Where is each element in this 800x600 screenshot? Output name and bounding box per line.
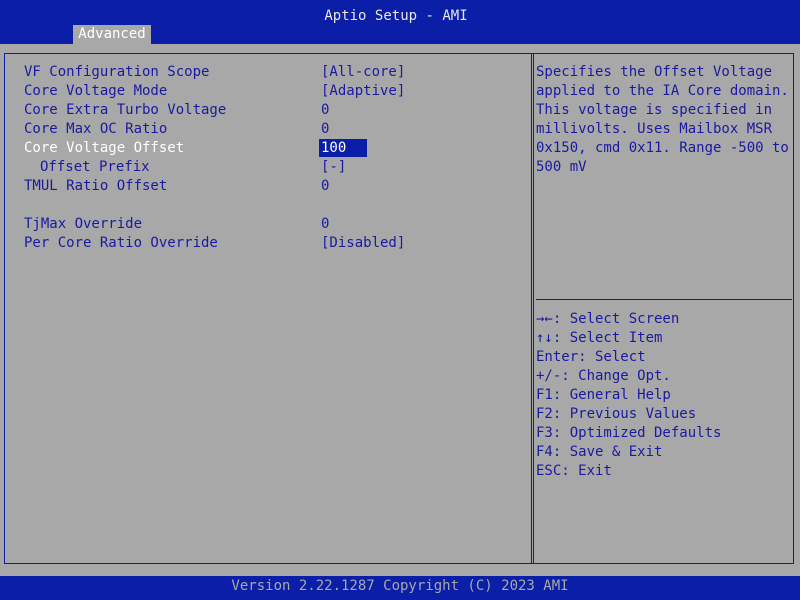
setting-label: Core Max OC Ratio <box>24 121 168 137</box>
bios-setup-screen: Aptio Setup - AMI Advanced VF Configurat… <box>0 0 800 600</box>
setting-label: Core Extra Turbo Voltage <box>24 102 227 118</box>
setting-label: Core Voltage Offset <box>24 140 185 156</box>
help-divider <box>536 299 792 300</box>
key-hint-f2: F2: Previous Values <box>536 406 697 422</box>
setting-per-core-ratio-override[interactable]: Per Core Ratio Override [Disabled] <box>0 234 530 253</box>
help-text: Specifies the Offset Voltage applied to … <box>536 64 789 175</box>
setting-value[interactable]: 0 <box>321 215 329 234</box>
key-hint-select-screen: →←: Select Screen <box>536 311 680 327</box>
setting-label: Offset Prefix <box>40 159 150 175</box>
key-legend: →←: Select Screen ↑↓: Select Item Enter:… <box>536 310 792 481</box>
panel-divider <box>531 53 532 564</box>
setting-label: TjMax Override <box>24 216 143 232</box>
key-hint-enter: Enter: Select <box>536 349 646 365</box>
panel-divider-inner <box>533 53 534 564</box>
setting-value[interactable]: 0 <box>321 177 329 196</box>
key-hint-f1: F1: General Help <box>536 387 671 403</box>
setting-value[interactable]: 0 <box>321 120 329 139</box>
key-hint-f3: F3: Optimized Defaults <box>536 425 722 441</box>
key-hint-f4: F4: Save & Exit <box>536 444 663 460</box>
app-title: Aptio Setup - AMI <box>324 8 468 24</box>
setting-value[interactable]: [Disabled] <box>321 234 405 253</box>
setting-label: VF Configuration Scope <box>24 64 210 80</box>
setting-core-max-oc-ratio[interactable]: Core Max OC Ratio 0 <box>0 120 530 139</box>
setting-value[interactable]: [All-core] <box>321 63 405 82</box>
key-hint-select-item: ↑↓: Select Item <box>536 330 663 346</box>
setting-core-extra-turbo-voltage[interactable]: Core Extra Turbo Voltage 0 <box>0 101 530 120</box>
key-hint-change-opt: +/-: Change Opt. <box>536 368 671 384</box>
title-bar: Aptio Setup - AMI Advanced <box>0 0 800 44</box>
setting-tjmax-override[interactable]: TjMax Override 0 <box>0 215 530 234</box>
setting-label: Core Voltage Mode <box>24 83 168 99</box>
setting-core-voltage-mode[interactable]: Core Voltage Mode [Adaptive] <box>0 82 530 101</box>
setting-core-voltage-offset[interactable]: Core Voltage Offset 100 <box>0 139 530 158</box>
setting-value[interactable]: [Adaptive] <box>321 82 405 101</box>
setting-label: TMUL Ratio Offset <box>24 178 168 194</box>
setting-value-input[interactable]: 100 <box>319 139 367 157</box>
tab-advanced[interactable]: Advanced <box>73 25 151 44</box>
setting-vf-configuration-scope[interactable]: VF Configuration Scope [All-core] <box>0 63 530 82</box>
setting-label: Per Core Ratio Override <box>24 235 218 251</box>
setting-offset-prefix[interactable]: Offset Prefix [-] <box>0 158 530 177</box>
setting-value[interactable]: 0 <box>321 101 329 120</box>
key-hint-esc: ESC: Exit <box>536 463 612 479</box>
footer-version: Version 2.22.1287 Copyright (C) 2023 AMI <box>0 576 800 600</box>
setting-value[interactable]: [-] <box>321 158 346 177</box>
setting-tmul-ratio-offset[interactable]: TMUL Ratio Offset 0 <box>0 177 530 196</box>
